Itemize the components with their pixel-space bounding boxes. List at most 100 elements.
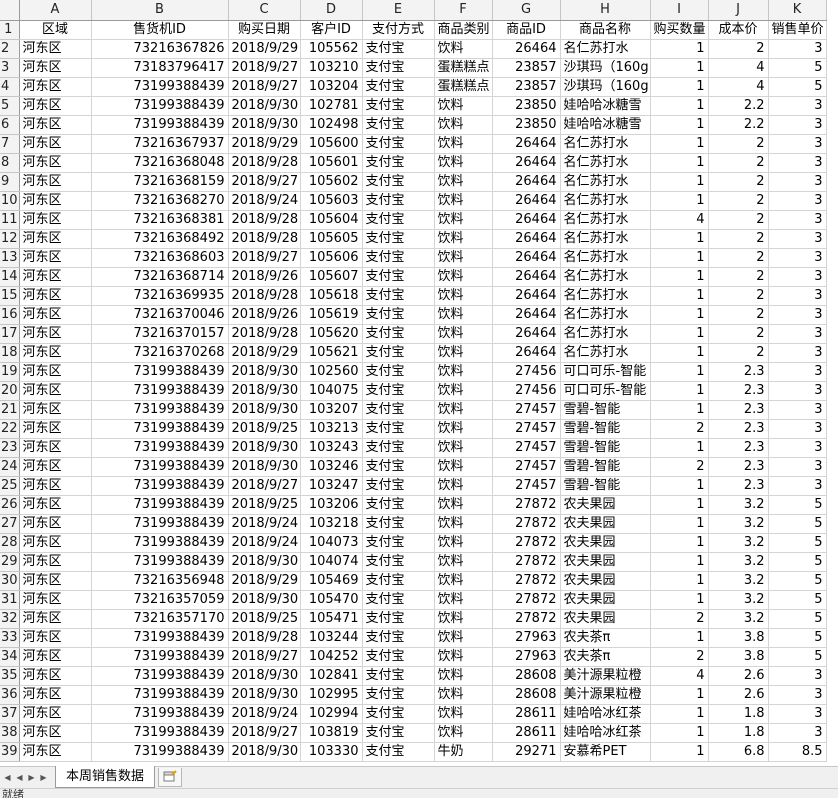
- cell[interactable]: 饮料: [434, 381, 493, 401]
- cell[interactable]: 2.6: [708, 666, 769, 686]
- cell[interactable]: 73216370157: [91, 324, 229, 344]
- cell[interactable]: 饮料: [434, 457, 493, 477]
- cell[interactable]: 支付宝: [362, 723, 435, 743]
- cell[interactable]: 27872: [492, 495, 561, 515]
- cell[interactable]: 支付宝: [362, 400, 435, 420]
- cell[interactable]: 河东区: [19, 324, 92, 344]
- row-header[interactable]: 21: [0, 400, 20, 420]
- cell[interactable]: 28608: [492, 685, 561, 705]
- cell[interactable]: 73199388439: [91, 77, 229, 97]
- cell[interactable]: 娃哈哈冰红茶: [560, 723, 651, 743]
- cell[interactable]: 1.8: [708, 704, 769, 724]
- cell[interactable]: 27457: [492, 457, 561, 477]
- cell[interactable]: 雪碧-智能: [560, 419, 651, 439]
- row-header[interactable]: 7: [0, 134, 20, 154]
- cell[interactable]: 支付宝: [362, 666, 435, 686]
- cell[interactable]: 河东区: [19, 419, 92, 439]
- column-header-g[interactable]: G: [492, 0, 561, 21]
- cell[interactable]: 29271: [492, 742, 561, 762]
- cell[interactable]: 可口可乐-智能: [560, 381, 651, 401]
- cell[interactable]: 2018/9/30: [228, 552, 301, 572]
- cell[interactable]: 1: [650, 742, 709, 762]
- cell[interactable]: 饮料: [434, 343, 493, 363]
- header-cell[interactable]: 销售单价: [768, 20, 827, 40]
- row-header[interactable]: 32: [0, 609, 20, 629]
- cell[interactable]: 河东区: [19, 552, 92, 572]
- cell[interactable]: 支付宝: [362, 210, 435, 230]
- cell[interactable]: 饮料: [434, 134, 493, 154]
- row-header[interactable]: 30: [0, 571, 20, 591]
- cell[interactable]: 105621: [300, 343, 363, 363]
- cell[interactable]: 2018/9/27: [228, 248, 301, 268]
- cell[interactable]: 2018/9/30: [228, 438, 301, 458]
- cell[interactable]: 河东区: [19, 495, 92, 515]
- cell[interactable]: 2.3: [708, 419, 769, 439]
- cell[interactable]: 3: [768, 666, 827, 686]
- cell[interactable]: 2018/9/30: [228, 666, 301, 686]
- cell[interactable]: 2018/9/30: [228, 362, 301, 382]
- cell[interactable]: 4: [650, 666, 709, 686]
- cell[interactable]: 1: [650, 267, 709, 287]
- cell[interactable]: 2018/9/24: [228, 514, 301, 534]
- cell[interactable]: 105606: [300, 248, 363, 268]
- cell[interactable]: 河东区: [19, 267, 92, 287]
- cell[interactable]: 5: [768, 609, 827, 629]
- cell[interactable]: 饮料: [434, 533, 493, 553]
- row-header[interactable]: 28: [0, 533, 20, 553]
- cell[interactable]: 103244: [300, 628, 363, 648]
- cell[interactable]: 名仁苏打水: [560, 248, 651, 268]
- cell[interactable]: 支付宝: [362, 77, 435, 97]
- cell[interactable]: 73199388439: [91, 96, 229, 116]
- cell[interactable]: 2.2: [708, 96, 769, 116]
- cell[interactable]: 1: [650, 590, 709, 610]
- cell[interactable]: 2: [708, 134, 769, 154]
- cell[interactable]: 26464: [492, 286, 561, 306]
- cell[interactable]: 饮料: [434, 210, 493, 230]
- cell[interactable]: 饮料: [434, 115, 493, 135]
- cell[interactable]: 饮料: [434, 324, 493, 344]
- cell[interactable]: 3: [768, 324, 827, 344]
- cell[interactable]: 河东区: [19, 286, 92, 306]
- cell[interactable]: 2018/9/29: [228, 343, 301, 363]
- cell[interactable]: 5: [768, 552, 827, 572]
- cell[interactable]: 饮料: [434, 723, 493, 743]
- cell[interactable]: 104073: [300, 533, 363, 553]
- cell[interactable]: 河东区: [19, 191, 92, 211]
- cell[interactable]: 名仁苏打水: [560, 39, 651, 59]
- column-header-d[interactable]: D: [300, 0, 363, 21]
- column-header-c[interactable]: C: [228, 0, 301, 21]
- cell[interactable]: 3: [768, 381, 827, 401]
- cell[interactable]: 1: [650, 495, 709, 515]
- row-header[interactable]: 36: [0, 685, 20, 705]
- row-header[interactable]: 39: [0, 742, 20, 762]
- cell[interactable]: 饮料: [434, 704, 493, 724]
- cell[interactable]: 1: [650, 58, 709, 78]
- cell[interactable]: 名仁苏打水: [560, 324, 651, 344]
- cell[interactable]: 美汁源果粒橙: [560, 685, 651, 705]
- cell[interactable]: 饮料: [434, 590, 493, 610]
- cell[interactable]: 河东区: [19, 571, 92, 591]
- cell[interactable]: 饮料: [434, 305, 493, 325]
- cell[interactable]: 103207: [300, 400, 363, 420]
- row-header[interactable]: 18: [0, 343, 20, 363]
- cell[interactable]: 饮料: [434, 39, 493, 59]
- cell[interactable]: 2018/9/28: [228, 286, 301, 306]
- cell[interactable]: 73199388439: [91, 381, 229, 401]
- cell[interactable]: 73216369935: [91, 286, 229, 306]
- row-header[interactable]: 23: [0, 438, 20, 458]
- cell[interactable]: 73183796417: [91, 58, 229, 78]
- cell[interactable]: 1: [650, 305, 709, 325]
- cell[interactable]: 2018/9/30: [228, 96, 301, 116]
- cell[interactable]: 3: [768, 704, 827, 724]
- cell[interactable]: 73216357170: [91, 609, 229, 629]
- cell[interactable]: 支付宝: [362, 115, 435, 135]
- cell[interactable]: 73199388439: [91, 362, 229, 382]
- cell[interactable]: 饮料: [434, 476, 493, 496]
- cell[interactable]: 3: [768, 476, 827, 496]
- cell[interactable]: 105600: [300, 134, 363, 154]
- cell[interactable]: 河东区: [19, 381, 92, 401]
- cell[interactable]: 支付宝: [362, 305, 435, 325]
- cell[interactable]: 3: [768, 39, 827, 59]
- cell[interactable]: 美汁源果粒橙: [560, 666, 651, 686]
- cell[interactable]: 1: [650, 381, 709, 401]
